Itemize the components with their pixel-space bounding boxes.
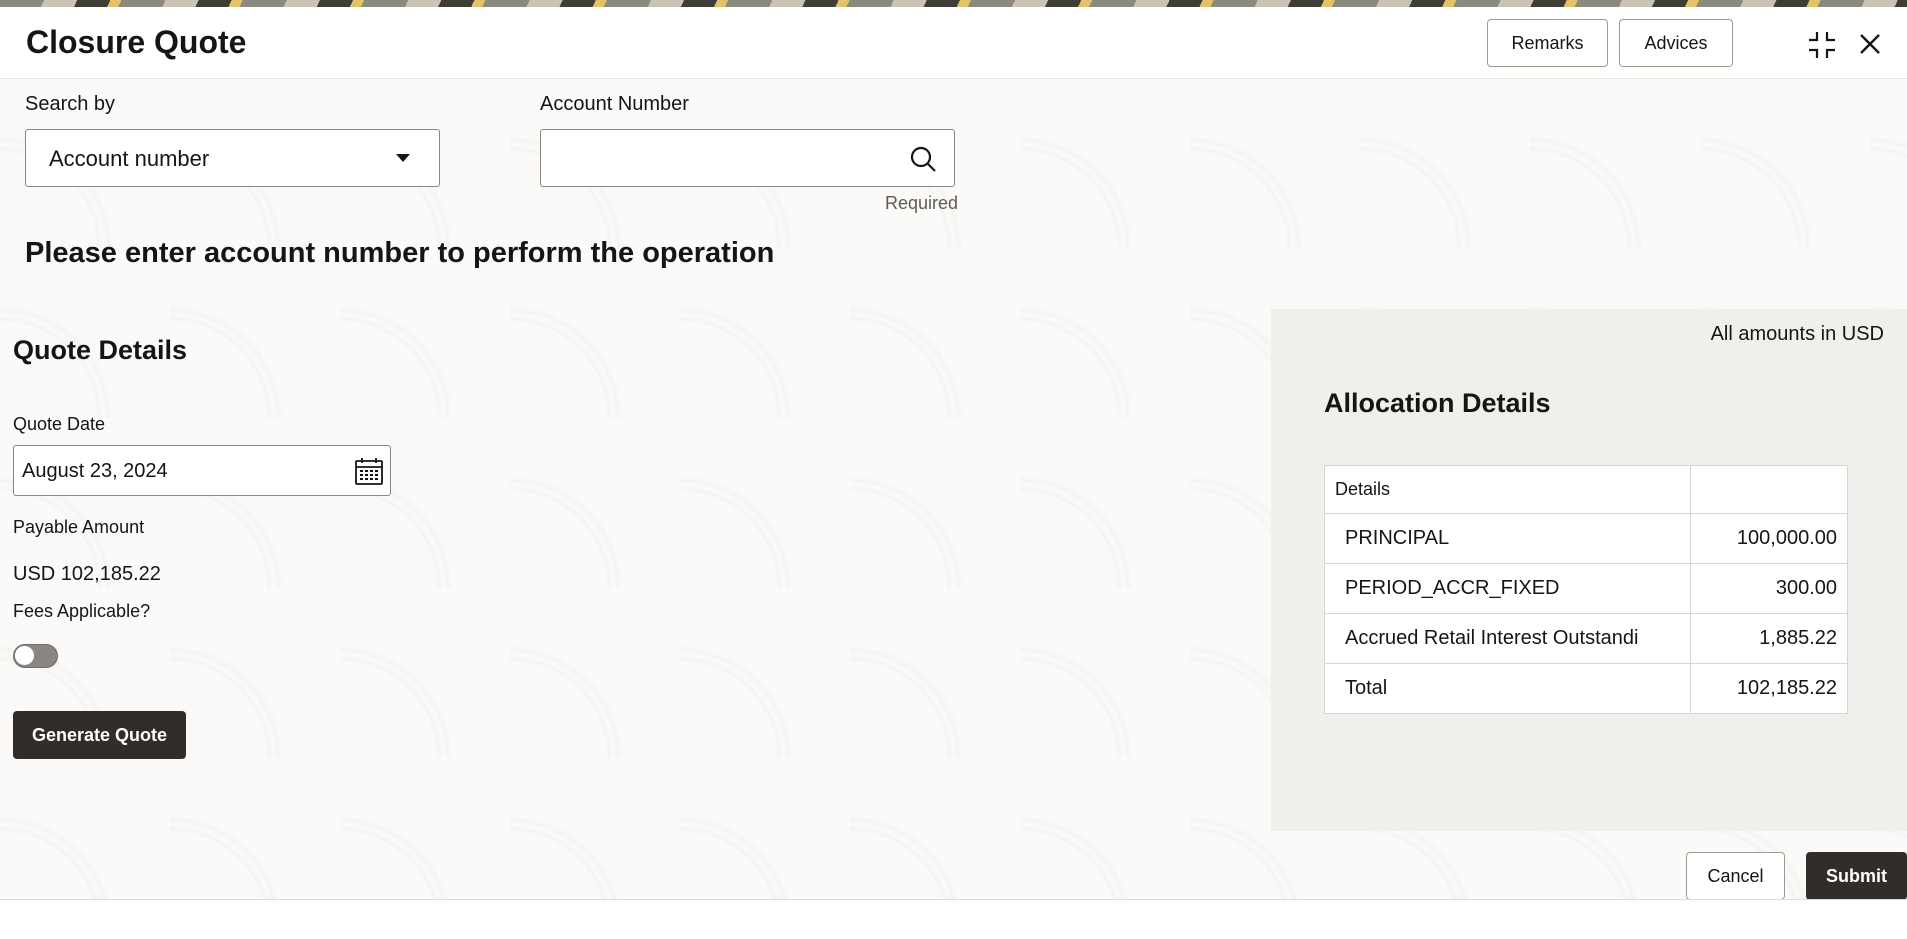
minimize-icon[interactable] (1804, 27, 1840, 63)
row-name: PERIOD_ACCR_FIXED (1324, 563, 1691, 614)
table-row: Total 102,185.22 (1324, 663, 1848, 714)
required-hint: Required (885, 193, 959, 213)
allocation-details-title: Allocation Details (1324, 388, 1551, 418)
table-header-row: Details (1324, 465, 1848, 514)
search-icon[interactable] (909, 145, 937, 178)
table-row: PERIOD_ACCR_FIXED 300.00 (1324, 563, 1848, 614)
page-title: Closure Quote (26, 24, 247, 60)
payable-amount-value: USD 102,185.22 (13, 563, 161, 585)
instruction-message: Please enter account number to perform t… (25, 237, 775, 269)
row-amount: 100,000.00 (1690, 513, 1848, 564)
close-icon[interactable] (1854, 28, 1886, 60)
dialog-header: Closure Quote Remarks Advices (0, 7, 1907, 79)
allocation-table: Details PRINCIPAL 100,000.00 PERIOD_ACCR… (1324, 465, 1848, 714)
currency-note: All amounts in USD (1710, 323, 1884, 345)
fees-applicable-label: Fees Applicable? (13, 601, 151, 621)
quote-date-label: Quote Date (13, 414, 106, 434)
fees-toggle[interactable] (13, 644, 58, 668)
page-bottom (0, 900, 1907, 939)
remarks-button[interactable]: Remarks (1487, 19, 1608, 67)
account-number-field[interactable] (540, 129, 955, 187)
table-row: Accrued Retail Interest Outstandi 1,885.… (1324, 613, 1848, 664)
table-row: PRINCIPAL 100,000.00 (1324, 513, 1848, 564)
column-header-amount (1690, 465, 1848, 514)
advices-button[interactable]: Advices (1619, 19, 1733, 67)
quote-details-title: Quote Details (13, 335, 188, 365)
search-by-select[interactable]: Account number (25, 129, 440, 187)
row-name: Total (1324, 663, 1691, 714)
cancel-button[interactable]: Cancel (1686, 852, 1785, 900)
account-number-label: Account Number (540, 93, 689, 115)
column-header-details: Details (1324, 465, 1691, 514)
search-by-value: Account number (49, 146, 210, 171)
payable-amount-label: Payable Amount (13, 517, 145, 537)
row-amount: 300.00 (1690, 563, 1848, 614)
row-amount: 1,885.22 (1690, 613, 1848, 664)
row-amount: 102,185.22 (1690, 663, 1848, 714)
search-by-label: Search by (25, 93, 116, 115)
chevron-down-icon (395, 151, 411, 169)
row-name: PRINCIPAL (1324, 513, 1691, 564)
submit-button[interactable]: Submit (1806, 852, 1907, 900)
toggle-knob (15, 646, 34, 665)
generate-quote-button[interactable]: Generate Quote (13, 711, 186, 759)
quote-date-value: August 23, 2024 (22, 460, 168, 482)
quote-date-field[interactable]: August 23, 2024 (13, 445, 391, 496)
calendar-icon[interactable] (354, 456, 384, 491)
row-name: Accrued Retail Interest Outstandi (1324, 613, 1691, 664)
top-banner-strip (0, 0, 1907, 7)
